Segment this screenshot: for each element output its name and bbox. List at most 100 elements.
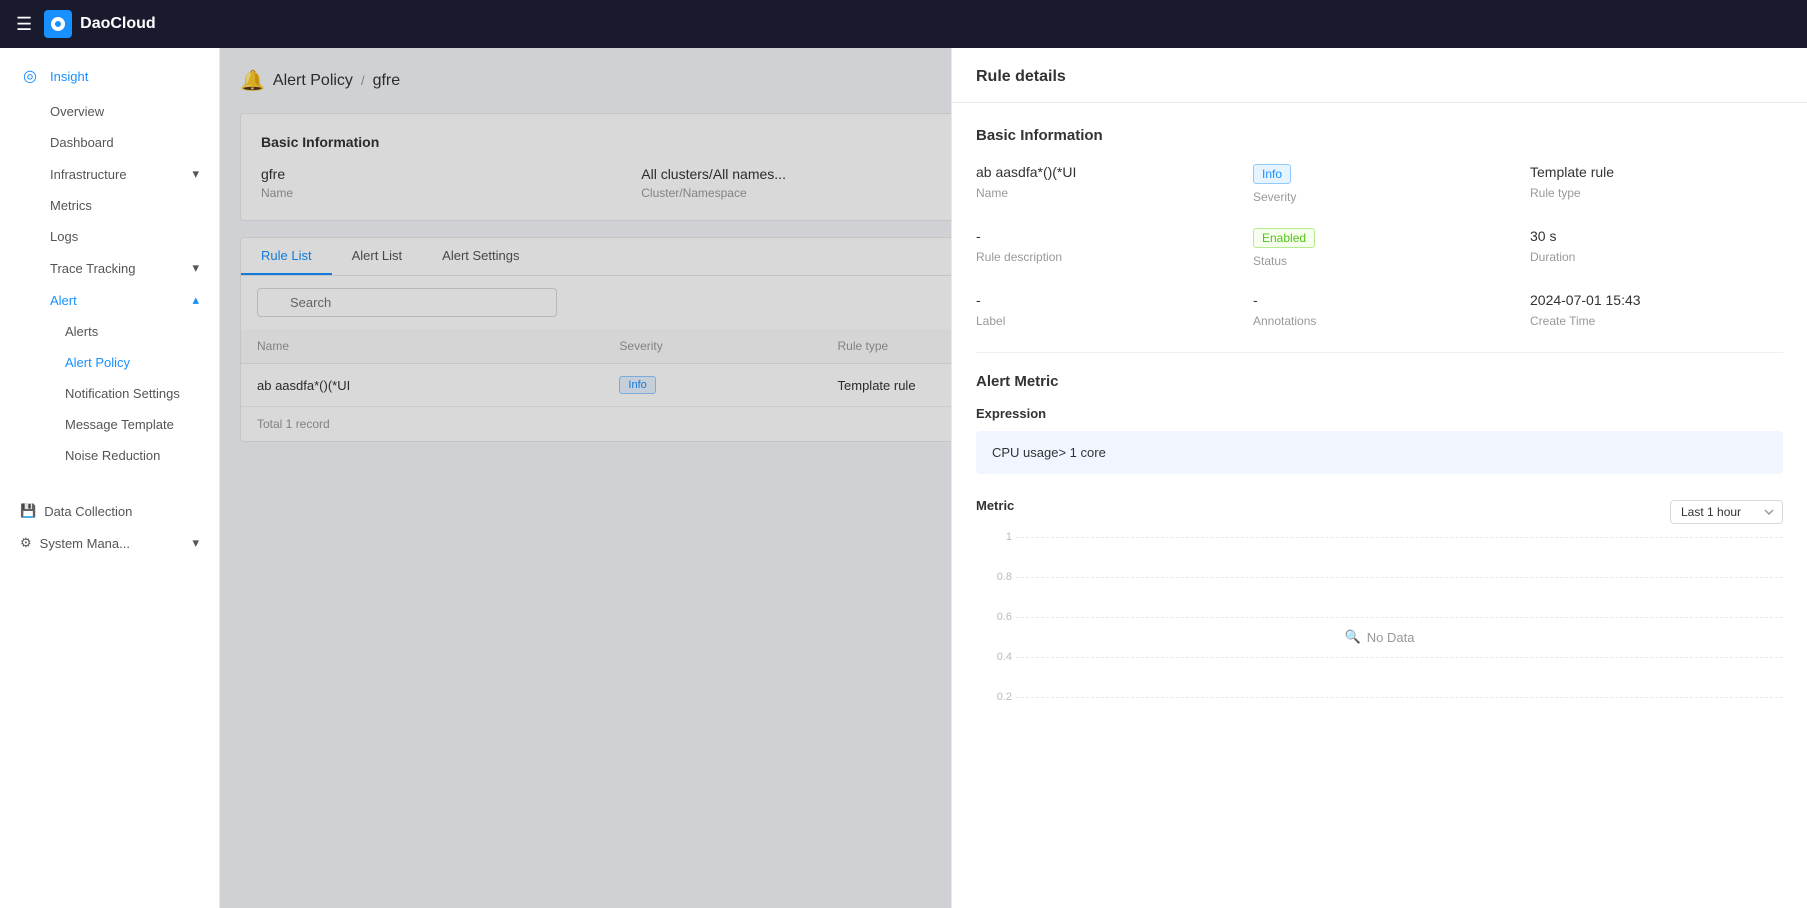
sidebar-bottom: 💾 Data Collection ⚙ System Mana... ▾ (0, 495, 219, 559)
severity-info-badge: Info (1253, 164, 1291, 184)
panel-basic-info-title: Basic Information (976, 127, 1783, 144)
detail-rule-type: Template rule Rule type (1530, 164, 1783, 204)
detail-name-value: ab aasdfa*()(*UI (976, 164, 1229, 180)
chart-label-02: 0.2 (976, 691, 1012, 703)
col-name: Name (241, 329, 603, 364)
sidebar-item-trace-tracking[interactable]: Trace Tracking ▾ (0, 252, 219, 284)
severity-badge: Info (619, 376, 655, 394)
system-icon: ⚙ (20, 535, 32, 551)
sidebar-item-alert[interactable]: Alert ▴ (0, 284, 219, 316)
detail-label-value: - (976, 292, 1229, 308)
sidebar-item-label: Insight (50, 69, 88, 84)
cell-name: ab aasdfa*()(*UI (241, 364, 603, 407)
detail-grid-row1: ab aasdfa*()(*UI Name Info Severity Temp… (976, 164, 1783, 204)
sidebar: ◎ Insight Overview Dashboard Infrastruct… (0, 0, 220, 908)
detail-severity-label: Severity (1253, 190, 1506, 204)
chart-label-06: 0.6 (976, 611, 1012, 623)
sidebar-item-noise-reduction[interactable]: Noise Reduction (0, 440, 219, 471)
time-select[interactable]: Last 1 hour Last 3 hours Last 24 hours (1670, 500, 1783, 524)
breadcrumb-current: gfre (373, 72, 401, 90)
search-input[interactable] (257, 288, 557, 317)
detail-create-time: 2024-07-01 15:43 Create Time (1530, 292, 1783, 328)
alert-metric-title: Alert Metric (976, 373, 1783, 390)
sidebar-item-insight[interactable]: ◎ Insight (0, 56, 219, 96)
right-panel: Rule details Basic Information ab aasdfa… (951, 0, 1807, 908)
tab-alert-list[interactable]: Alert List (332, 238, 423, 275)
sidebar-item-logs[interactable]: Logs (0, 221, 219, 252)
alert-breadcrumb-icon: 🔔 (240, 68, 265, 93)
detail-label-label: Label (976, 314, 1229, 328)
detail-duration: 30 s Duration (1530, 228, 1783, 268)
chevron-down-icon2: ▾ (192, 535, 199, 551)
sidebar-item-metrics[interactable]: Metrics (0, 190, 219, 221)
chart-label-08: 0.8 (976, 571, 1012, 583)
logo: DaoCloud (44, 10, 156, 38)
sidebar-sub-insight: Overview Dashboard Infrastructure ▾ Metr… (0, 96, 219, 471)
sidebar-section-main: ◎ Insight Overview Dashboard Infrastruct… (0, 48, 219, 479)
logo-text: DaoCloud (80, 15, 156, 33)
expression-title: Expression (976, 406, 1783, 421)
breadcrumb-parent[interactable]: Alert Policy (273, 72, 353, 90)
no-data-text: No Data (1367, 630, 1415, 645)
info-name-value: gfre (261, 166, 625, 182)
sidebar-item-infrastructure[interactable]: Infrastructure ▾ (0, 158, 219, 190)
panel-header: Rule details (952, 48, 1807, 103)
detail-annotations: - Annotations (1253, 292, 1506, 328)
cell-severity: Info (603, 364, 821, 407)
detail-status-label: Status (1253, 254, 1506, 268)
sidebar-item-message-template[interactable]: Message Template (0, 409, 219, 440)
chart-lines: 1 0.8 0.6 0.4 0.2 (976, 537, 1783, 737)
sidebar-item-notification-settings[interactable]: Notification Settings (0, 378, 219, 409)
status-enabled-badge: Enabled (1253, 228, 1315, 248)
chevron-right-icon: ▾ (192, 260, 199, 276)
insight-icon: ◎ (20, 66, 40, 86)
detail-severity: Info Severity (1253, 164, 1506, 204)
sidebar-item-system[interactable]: ⚙ System Mana... ▾ (0, 527, 219, 559)
sidebar-item-alert-policy[interactable]: Alert Policy (0, 347, 219, 378)
metric-title: Metric (976, 498, 1014, 513)
detail-severity-value: Info (1253, 164, 1506, 184)
search-no-data-icon: 🔍 (1345, 629, 1361, 645)
topbar: ☰ DaoCloud (0, 0, 1807, 48)
sidebar-item-alerts[interactable]: Alerts (0, 316, 219, 347)
no-data-overlay: 🔍 No Data (1345, 629, 1415, 645)
detail-status-value: Enabled (1253, 228, 1506, 248)
breadcrumb-separator: / (361, 73, 365, 88)
search-wrap: 🔍 (257, 288, 557, 317)
detail-rule-desc-value: - (976, 228, 1229, 244)
chevron-up-icon: ▴ (192, 292, 199, 308)
detail-name-label: Name (976, 186, 1229, 200)
detail-rule-desc-label: Rule description (976, 250, 1229, 264)
detail-grid-row2: - Rule description Enabled Status 30 s D… (976, 228, 1783, 268)
detail-rule-type-label: Rule type (1530, 186, 1783, 200)
detail-label: - Label (976, 292, 1229, 328)
chart-wrap: 1 0.8 0.6 0.4 0.2 (976, 537, 1783, 737)
detail-create-time-value: 2024-07-01 15:43 (1530, 292, 1783, 308)
detail-duration-label: Duration (1530, 250, 1783, 264)
sidebar-item-overview[interactable]: Overview (0, 96, 219, 127)
divider1 (976, 352, 1783, 353)
detail-name: ab aasdfa*()(*UI Name (976, 164, 1229, 204)
data-collection-icon: 💾 (20, 503, 36, 519)
detail-status: Enabled Status (1253, 228, 1506, 268)
tab-rule-list[interactable]: Rule List (241, 238, 332, 275)
menu-icon[interactable]: ☰ (16, 14, 32, 35)
detail-grid-row3: - Label - Annotations 2024-07-01 15:43 C… (976, 292, 1783, 328)
detail-create-time-label: Create Time (1530, 314, 1783, 328)
info-name-label: Name (261, 186, 625, 200)
detail-rule-desc: - Rule description (976, 228, 1229, 268)
col-severity: Severity (603, 329, 821, 364)
sidebar-item-data-collection[interactable]: 💾 Data Collection (0, 495, 219, 527)
sidebar-item-dashboard[interactable]: Dashboard (0, 127, 219, 158)
panel-title: Rule details (976, 68, 1783, 86)
chart-label-04: 0.4 (976, 651, 1012, 663)
chart-label-1: 1 (976, 531, 1012, 543)
expression-box: CPU usage> 1 core (976, 431, 1783, 474)
detail-annotations-value: - (1253, 292, 1506, 308)
info-field-name: gfre Name (261, 166, 625, 200)
detail-annotations-label: Annotations (1253, 314, 1506, 328)
tab-alert-settings[interactable]: Alert Settings (422, 238, 539, 275)
chevron-down-icon: ▾ (192, 166, 199, 182)
metric-header: Metric Last 1 hour Last 3 hours Last 24 … (976, 498, 1783, 525)
detail-rule-type-value: Template rule (1530, 164, 1783, 180)
